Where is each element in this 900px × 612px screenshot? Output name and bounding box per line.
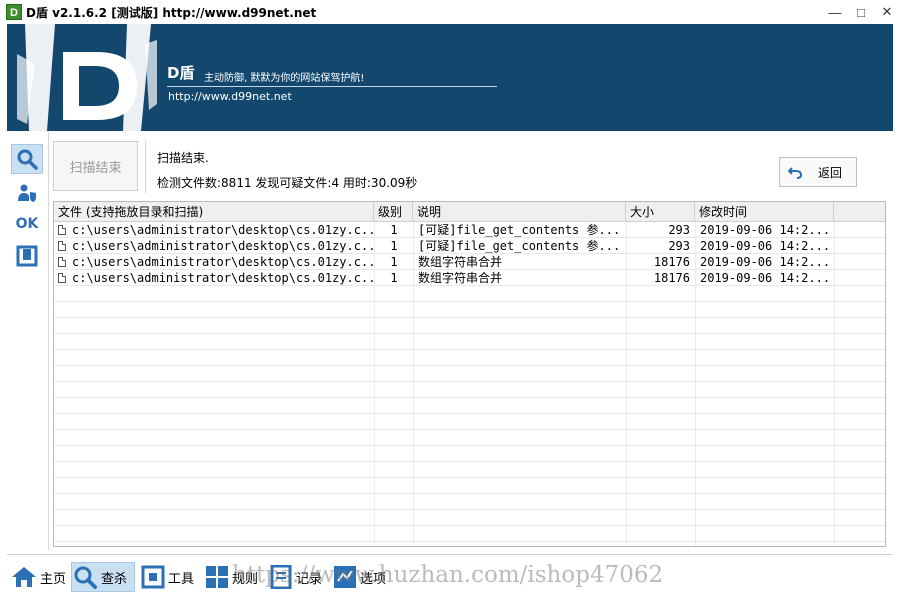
cell-file: c:\users\administrator\desktop\cs.01zy.c…: [72, 239, 376, 253]
table-body: c:\users\administrator\desktop\cs.01zy.c…: [54, 222, 885, 546]
table-row[interactable]: c:\users\administrator\desktop\cs.01zy.c…: [54, 222, 885, 238]
col-size[interactable]: 大小: [626, 202, 695, 222]
cell-size: 18176: [653, 271, 690, 285]
left-frame-button[interactable]: [11, 241, 43, 271]
cell-level: 1: [390, 239, 398, 253]
title-bar: D D盾 v2.1.6.2 [测试版] http://www.d99net.ne…: [0, 0, 900, 24]
home-icon: [12, 567, 36, 587]
search-icon: [74, 566, 97, 589]
table-row[interactable]: c:\users\administrator\desktop\cs.01zy.c…: [54, 254, 885, 270]
cell-file: c:\users\administrator\desktop\cs.01zy.c…: [72, 223, 376, 237]
d-shield-logo-icon: [17, 24, 157, 131]
window-controls: — □ ✕: [822, 0, 900, 24]
empty-table-row: [54, 446, 885, 462]
banner-divider: [167, 86, 497, 87]
col-file[interactable]: 文件 (支持拖放目录和扫描): [54, 202, 374, 222]
bottom-divider: [7, 554, 893, 555]
table-row[interactable]: c:\users\administrator\desktop\cs.01zy.c…: [54, 270, 885, 286]
cell-description: [可疑]file_get_contents 参...: [418, 223, 621, 237]
shield-person-icon: [18, 184, 36, 202]
cell-file: c:\users\administrator\desktop\cs.01zy.c…: [72, 271, 376, 285]
left-ok-button[interactable]: OK: [11, 209, 43, 239]
cell-time: 2019-09-06 14:2...: [700, 239, 831, 253]
cell-file: c:\users\administrator\desktop\cs.01zy.c…: [72, 255, 376, 269]
cell-level: 1: [390, 255, 398, 269]
tools-icon: [141, 565, 165, 589]
col-description[interactable]: 说明: [413, 202, 626, 222]
left-scan-button[interactable]: [11, 144, 43, 174]
ok-icon: OK: [15, 216, 39, 232]
banner-app-name: D盾: [167, 64, 195, 82]
panel-divider: [145, 141, 146, 193]
empty-table-row: [54, 510, 885, 526]
empty-table-row: [54, 462, 885, 478]
empty-table-row: [54, 494, 885, 510]
cell-description: 数组字符串合并: [418, 255, 503, 269]
cell-level: 1: [390, 271, 398, 285]
nav-home-label: 主页: [40, 571, 67, 587]
back-button-label: 返回: [818, 165, 843, 180]
window-title: D盾 v2.1.6.2 [测试版] http://www.d99net.net: [26, 5, 317, 20]
empty-table-row: [54, 318, 885, 334]
banner-slogan: 主动防御, 默默为你的网站保驾护航!: [204, 73, 365, 84]
left-toolbar: OK: [7, 131, 49, 550]
empty-table-row: [54, 286, 885, 302]
cell-time: 2019-09-06 14:2...: [700, 271, 831, 285]
nav-home[interactable]: 主页: [11, 562, 66, 592]
empty-table-row: [54, 430, 885, 446]
empty-table-row: [54, 382, 885, 398]
cell-size: 293: [668, 223, 690, 237]
cell-level: 1: [390, 223, 398, 237]
cell-description: [可疑]file_get_contents 参...: [418, 239, 621, 253]
app-logo-icon: D: [6, 4, 22, 20]
empty-table-row: [54, 350, 885, 366]
watermark: https://www.huzhan.com/ishop47062: [232, 562, 664, 588]
back-button[interactable]: 返回: [779, 157, 857, 187]
nav-scan[interactable]: 查杀: [71, 562, 135, 592]
table-header: 文件 (支持拖放目录和扫描) 级别 说明 大小 修改时间: [54, 202, 885, 222]
search-icon: [17, 149, 38, 170]
undo-arrow-icon: [788, 167, 802, 179]
scan-status-title: 扫描结束.: [157, 151, 209, 165]
nav-tools-label: 工具: [168, 571, 195, 587]
cell-time: 2019-09-06 14:2...: [700, 255, 831, 269]
rules-icon: [206, 566, 228, 588]
minimize-button[interactable]: —: [822, 0, 848, 24]
table-row[interactable]: c:\users\administrator\desktop\cs.01zy.c…: [54, 238, 885, 254]
col-level[interactable]: 级别: [374, 202, 413, 222]
scan-button[interactable]: 扫描结束: [53, 141, 138, 191]
left-protect-button[interactable]: [11, 178, 43, 208]
col-modified-time[interactable]: 修改时间: [695, 202, 834, 222]
cell-size: 293: [668, 239, 690, 253]
results-table[interactable]: 文件 (支持拖放目录和扫描) 级别 说明 大小 修改时间 c:\users\ad…: [53, 201, 886, 547]
cell-description: 数组字符串合并: [418, 271, 503, 285]
empty-table-row: [54, 366, 885, 382]
empty-table-row: [54, 398, 885, 414]
cell-size: 18176: [653, 255, 690, 269]
header-banner: D盾 主动防御, 默默为你的网站保驾护航! http://www.d99net.…: [7, 24, 893, 131]
empty-table-row: [54, 526, 885, 542]
scan-status-detail: 检测文件数:8811 发现可疑文件:4 用时:30.09秒: [157, 176, 418, 190]
close-button[interactable]: ✕: [874, 0, 900, 24]
cell-time: 2019-09-06 14:2...: [700, 223, 831, 237]
nav-scan-label: 查杀: [101, 571, 128, 587]
empty-table-row: [54, 478, 885, 494]
empty-table-row: [54, 334, 885, 350]
banner-url: http://www.d99net.net: [168, 90, 292, 103]
frame-icon: [16, 245, 38, 267]
nav-tools[interactable]: 工具: [141, 562, 194, 592]
maximize-button[interactable]: □: [848, 0, 874, 24]
empty-table-row: [54, 302, 885, 318]
empty-table-row: [54, 414, 885, 430]
